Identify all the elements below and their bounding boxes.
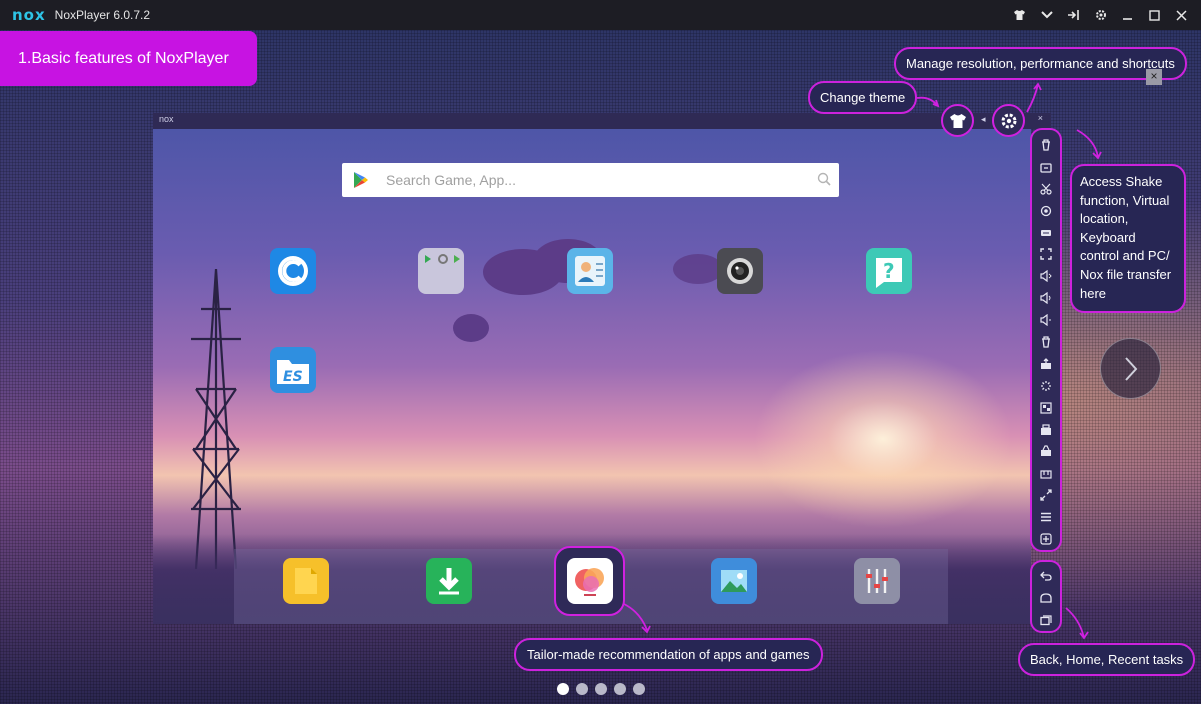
close-icon[interactable] [1168, 0, 1195, 30]
loading-icon[interactable] [1035, 375, 1057, 397]
emulator-arrow-icon: ◂ [981, 114, 986, 124]
shirt-icon [949, 113, 966, 128]
record-icon[interactable] [1035, 419, 1057, 441]
callout-line: control and PC/ [1080, 248, 1170, 264]
pin-icon[interactable] [1060, 0, 1087, 30]
svg-text:ES: ES [283, 369, 303, 385]
maximize-icon[interactable] [1141, 0, 1168, 30]
file-manager-icon[interactable] [283, 558, 329, 604]
callout-line: Nox file transfer [1080, 266, 1172, 282]
pager-dot[interactable] [557, 683, 569, 695]
add-icon[interactable] [1035, 528, 1057, 550]
window-titlebar: nox NoxPlayer 6.0.7.2 [0, 0, 1201, 30]
close-tour-icon[interactable]: × [1146, 69, 1162, 85]
callout-line: function, Virtual [1080, 192, 1170, 208]
pager-dot[interactable] [595, 683, 607, 695]
apk-install-icon[interactable] [1035, 353, 1057, 375]
callout-line: Keyboard [1080, 229, 1136, 245]
callout-line: Access Shake [1080, 174, 1163, 189]
next-slide-button[interactable] [1100, 338, 1161, 399]
home-icon[interactable] [1035, 587, 1057, 609]
pager-dot[interactable] [576, 683, 588, 695]
callout-change-theme: Change theme [808, 81, 918, 114]
clear-icon[interactable] [1035, 331, 1057, 353]
gear-icon [1001, 113, 1016, 128]
nox-logo: nox [12, 6, 46, 24]
callout-recommendation: Tailor-made recommendation of apps and g… [514, 638, 823, 671]
emulator-logo: nox [159, 114, 174, 124]
volume-icon[interactable] [1035, 287, 1057, 309]
callout-manage-settings: Manage resolution, performance and short… [894, 47, 1187, 80]
theme-button[interactable] [941, 104, 974, 137]
wallpaper-cloud [453, 314, 489, 342]
screenshot-icon[interactable] [1035, 156, 1057, 178]
slide-pager [557, 683, 645, 695]
macro-icon[interactable] [1035, 440, 1057, 462]
multi-instance-icon[interactable] [1035, 397, 1057, 419]
resize-icon[interactable] [1035, 484, 1057, 506]
window-title: NoxPlayer 6.0.7.2 [54, 8, 151, 22]
callout-line: location, [1080, 211, 1129, 227]
trash-icon[interactable] [1035, 134, 1057, 156]
app-center-icon[interactable] [566, 558, 613, 604]
wallpaper-sun [753, 349, 1013, 529]
recent-tasks-icon[interactable] [1035, 609, 1057, 631]
callout-navigation: Back, Home, Recent tasks [1018, 643, 1196, 676]
window-controls [1006, 0, 1195, 30]
wallpaper-cloud [673, 254, 723, 284]
download-app-icon[interactable] [426, 558, 472, 604]
svg-text:?: ? [883, 259, 895, 283]
gear-icon[interactable] [1087, 0, 1114, 30]
settings-button[interactable] [992, 104, 1025, 137]
emulator-header: nox × [153, 113, 1051, 129]
volume-up-icon[interactable] [1035, 265, 1057, 287]
search-input[interactable] [386, 165, 806, 195]
back-icon[interactable] [1035, 565, 1057, 587]
gallery-app-icon[interactable] [711, 558, 757, 604]
help-app-icon[interactable]: ? [866, 248, 912, 294]
chevron-right-icon [1124, 356, 1137, 381]
settings-app-icon[interactable] [854, 558, 900, 604]
menu-icon[interactable] [1035, 506, 1057, 528]
minimize-icon[interactable] [1114, 0, 1141, 30]
google-apps-folder-icon[interactable] [418, 248, 464, 294]
emulator-close-icon: × [1037, 113, 1043, 123]
contacts-app-icon[interactable] [567, 248, 613, 294]
camera-app-icon[interactable] [717, 248, 763, 294]
feature-title-tag: 1.Basic features of NoxPlayer [0, 31, 257, 86]
cleaner-app-icon[interactable] [270, 248, 316, 294]
shirt-icon[interactable] [1006, 0, 1033, 30]
search-icon[interactable] [817, 172, 831, 186]
callout-toolbar-features: Access Shake function, Virtual location,… [1070, 164, 1186, 313]
app-search-bar[interactable] [342, 163, 839, 197]
power-tower-illustration [191, 269, 241, 569]
callout-line: here [1080, 285, 1107, 301]
app-center-highlight [554, 546, 625, 616]
shared-folder-icon[interactable] [1035, 462, 1057, 484]
pager-dot[interactable] [614, 683, 626, 695]
location-icon[interactable] [1035, 200, 1057, 222]
pager-dot[interactable] [633, 683, 645, 695]
fullscreen-icon[interactable] [1035, 243, 1057, 265]
play-store-icon [354, 172, 368, 188]
side-toolbar [1030, 128, 1062, 552]
scissors-icon[interactable] [1035, 178, 1057, 200]
navigation-toolbar [1030, 560, 1062, 633]
keyboard-icon[interactable] [1035, 222, 1057, 244]
es-file-explorer-icon[interactable]: ES [270, 347, 316, 393]
chevron-down-icon[interactable] [1033, 0, 1060, 30]
volume-down-icon[interactable] [1035, 309, 1057, 331]
